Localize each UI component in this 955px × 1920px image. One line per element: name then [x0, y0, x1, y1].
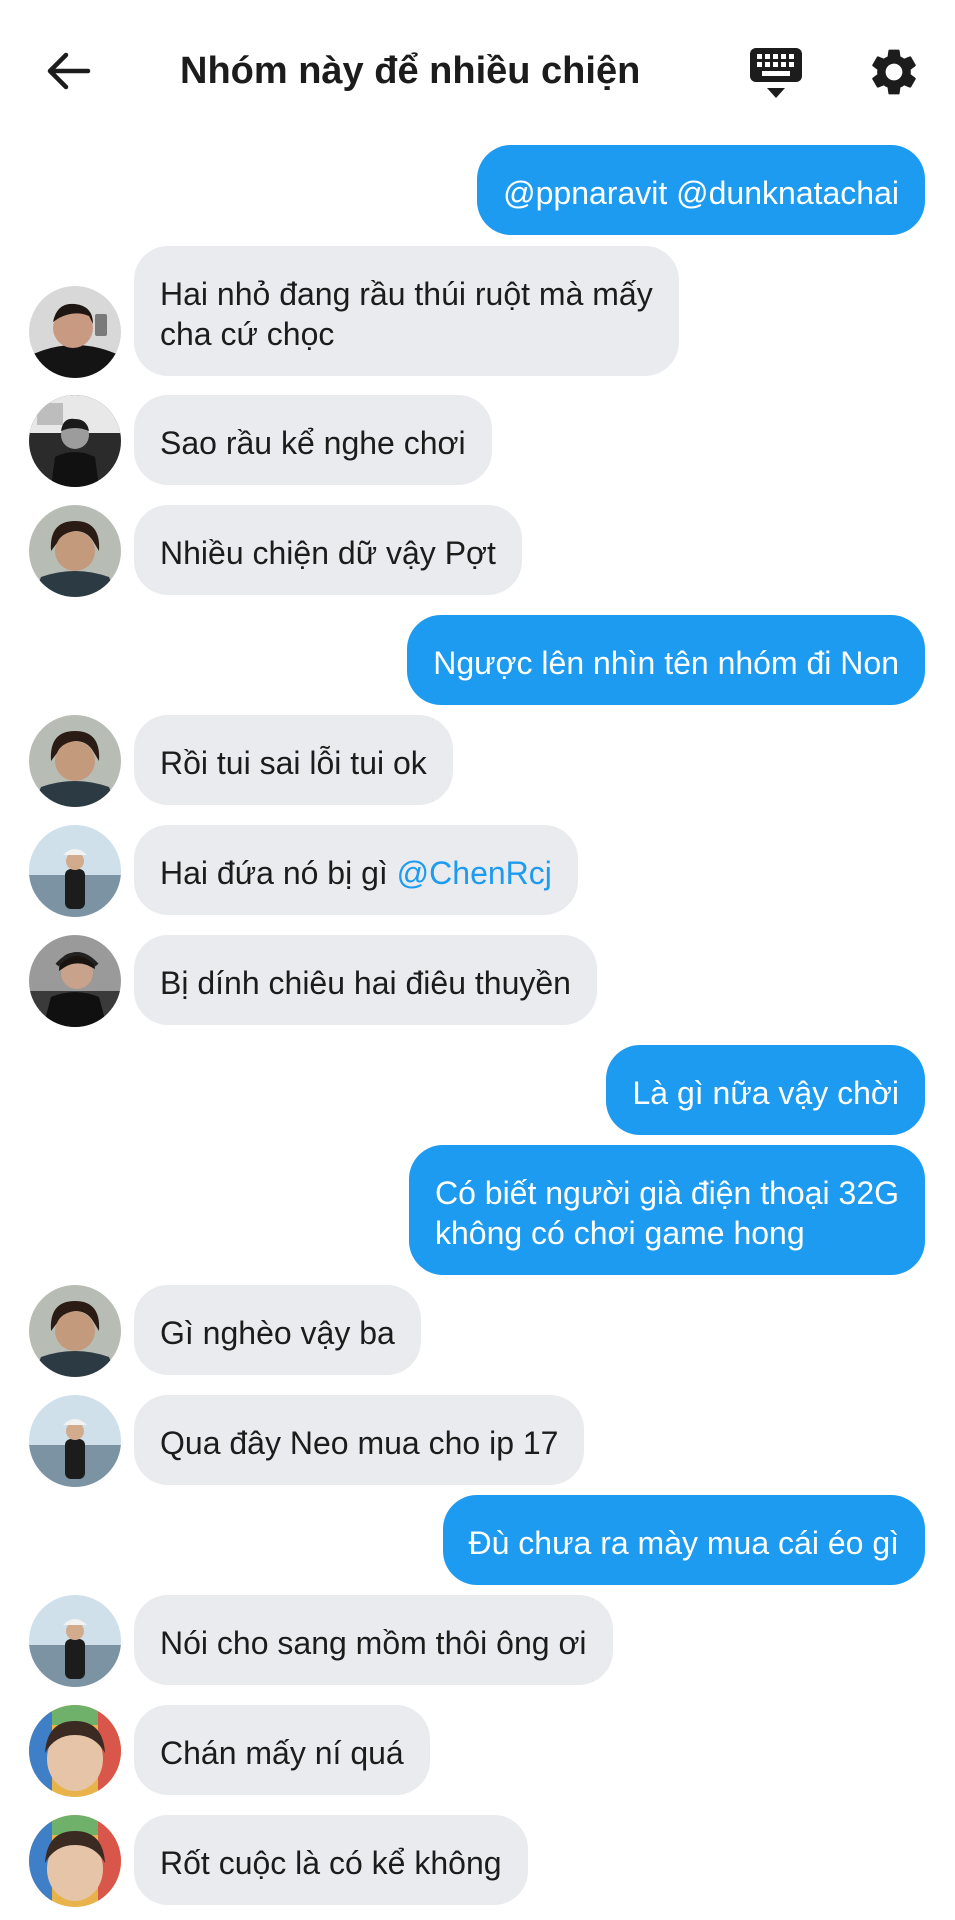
- avatar[interactable]: [29, 505, 121, 597]
- avatar-image: [29, 1285, 121, 1377]
- message-line: cha cứ chọc: [160, 316, 335, 352]
- gear-icon: [872, 49, 916, 95]
- message-text: Hai đứa nó bị gì: [160, 855, 397, 891]
- avatar-image: [29, 1395, 121, 1487]
- avatar-image: [29, 1705, 121, 1797]
- message-bubble-outgoing[interactable]: Đù chưa ra mày mua cái éo gì: [442, 1495, 925, 1585]
- message-bubble-incoming[interactable]: Gì nghèo vậy ba: [134, 1285, 421, 1375]
- avatar[interactable]: [29, 715, 121, 807]
- avatar[interactable]: [29, 286, 121, 378]
- message-bubble-incoming[interactable]: Nhiều chiện dữ vậy Pợt: [134, 505, 522, 595]
- avatar-image: [29, 935, 121, 1027]
- avatar[interactable]: [29, 825, 121, 917]
- message-line: không có chơi game hong: [434, 1215, 805, 1251]
- avatar[interactable]: [29, 1395, 121, 1487]
- avatar[interactable]: [29, 935, 121, 1027]
- avatar-image: [29, 505, 121, 597]
- message-bubble-incoming[interactable]: Rồi tui sai lỗi tui ok: [134, 715, 453, 805]
- message-bubble-outgoing[interactable]: Có biết người già điện thoại 32G không c…: [408, 1145, 925, 1275]
- message-bubble-incoming[interactable]: Sao rầu kể nghe chơi: [134, 395, 492, 485]
- message-bubble-incoming[interactable]: Qua đây Neo mua cho ip 17: [134, 1395, 585, 1485]
- avatar-image: [29, 286, 121, 378]
- message-bubble-incoming[interactable]: Hai đứa nó bị gì @ChenRcj: [134, 825, 578, 915]
- mention-link[interactable]: @ChenRcj: [397, 855, 552, 891]
- chat-title: Nhóm này để nhiều chiện: [180, 50, 641, 92]
- avatar[interactable]: [29, 1705, 121, 1797]
- message-line: Hai nhỏ đang rầu thúi ruột mà mấy: [160, 276, 653, 312]
- chat-header: Nhóm này để nhiều chiện: [0, 0, 955, 140]
- message-bubble-incoming[interactable]: Bị dính chiêu hai điêu thuyền: [134, 935, 597, 1025]
- arrow-left-icon: [47, 52, 91, 90]
- message-list[interactable]: @ppnaravit @dunknatachai Hai nhỏ đang rầ…: [0, 140, 955, 1920]
- avatar-image: [29, 1815, 121, 1907]
- message-bubble-incoming[interactable]: Rốt cuộc là có kể không: [134, 1815, 528, 1905]
- message-bubble-incoming[interactable]: Nói cho sang mồm thôi ông ơi: [134, 1595, 613, 1685]
- avatar-image: [29, 395, 121, 487]
- back-button[interactable]: [40, 42, 98, 100]
- message-bubble-outgoing[interactable]: Là gì nữa vậy chời: [606, 1045, 925, 1135]
- message-bubble-incoming[interactable]: Chán mấy ní quá: [134, 1705, 430, 1795]
- keyboard-button[interactable]: [748, 44, 804, 102]
- message-line: Có biết người già điện thoại 32G: [434, 1175, 899, 1211]
- avatar-image: [29, 715, 121, 807]
- message-bubble-outgoing[interactable]: @ppnaravit @dunknatachai: [477, 145, 925, 235]
- avatar[interactable]: [29, 395, 121, 487]
- settings-button[interactable]: [866, 44, 922, 100]
- avatar[interactable]: [29, 1285, 121, 1377]
- keyboard-icon: [750, 48, 802, 98]
- message-bubble-incoming[interactable]: Hai nhỏ đang rầu thúi ruột mà mấy cha cứ…: [134, 246, 679, 376]
- avatar-image: [29, 825, 121, 917]
- avatar-image: [29, 1595, 121, 1687]
- avatar[interactable]: [29, 1815, 121, 1907]
- message-bubble-outgoing[interactable]: Ngược lên nhìn tên nhóm đi Non: [407, 615, 925, 705]
- avatar[interactable]: [29, 1595, 121, 1687]
